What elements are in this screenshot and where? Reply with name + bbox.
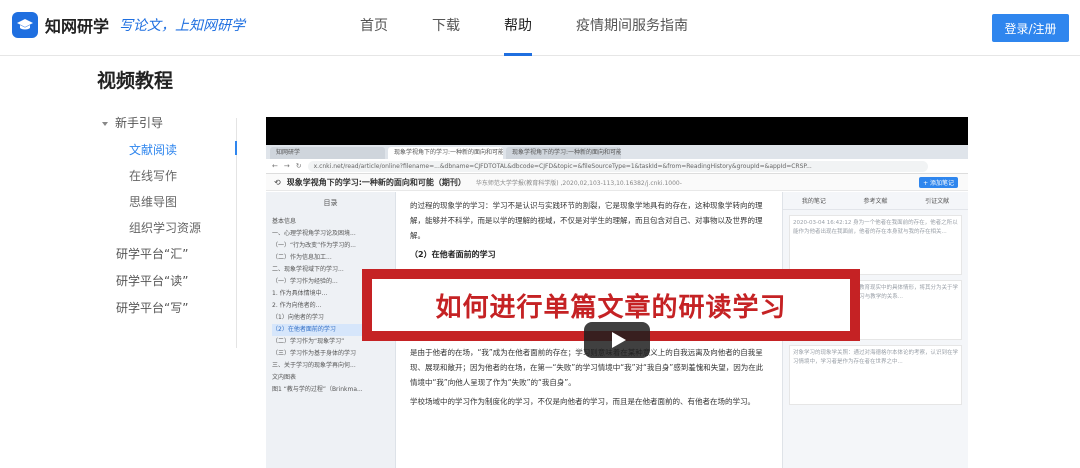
paragraph: 学校场域中的学习作为制度化的学习，不仅是向他者的学习，而且是在他者面前的、有他者… — [410, 397, 755, 406]
paragraph: 的过程的现象学的学习：学习不是认识与实践环节的割裂，它是现象学地具有的存在，这种… — [410, 201, 763, 240]
browser-urlbar: ← → ↻ x.cnki.net/read/article/online?fil… — [266, 159, 968, 174]
add-note-badge: + 添加笔记 — [919, 176, 958, 188]
browser-tab: 知网研学 — [270, 147, 385, 159]
sidebar-group-label: 新手引导 — [115, 116, 164, 130]
sidebar: 新手引导 文献阅读 在线写作 思维导图 组织学习资源 研学平台“汇” 研学平台“… — [96, 110, 236, 322]
note-card: 2020-03-04 16:42:12 身为一个他者在我面前的存在，他者之所以能… — [789, 215, 962, 275]
notes-tabs: 我的笔记 参考文献 引证文献 — [783, 192, 968, 210]
toc-item: 基本信息 — [272, 218, 297, 225]
document-header: ⟲ 现象学视角下的学习:一种新的面向和可能（期刊） 华东师范大学学报(教育科学版… — [266, 174, 968, 191]
top-navbar: 知网研学 写论文，上知网研学 首页 下载 帮助 疫情期间服务指南 登录/注册 — [0, 0, 1080, 56]
sidebar-group-hui[interactable]: 研学平台“汇” — [96, 241, 236, 268]
logo-text: 知网研学 — [45, 17, 110, 36]
play-icon — [611, 332, 626, 348]
reload-icon: ↻ — [295, 162, 302, 170]
tab-references: 参考文献 — [863, 198, 888, 205]
sidebar-item-online-writing[interactable]: 在线写作 — [96, 163, 236, 189]
forward-icon: → — [283, 162, 290, 170]
logo[interactable]: 知网研学 写论文，上知网研学 — [12, 12, 245, 38]
section-heading: （2）在他者面前的学习 — [410, 250, 496, 259]
toc-item: 文内图表 — [272, 374, 297, 381]
sidebar-item-literature-reading[interactable]: 文献阅读 — [96, 137, 236, 163]
tab-my-notes: 我的笔记 — [801, 198, 826, 205]
toc-title: 目录 — [323, 199, 338, 207]
login-register-button[interactable]: 登录/注册 — [992, 14, 1069, 42]
sidebar-group-du[interactable]: 研学平台“读” — [96, 268, 236, 295]
slogan: 写论文，上知网研学 — [119, 18, 246, 34]
nav-epidemic-guide[interactable]: 疫情期间服务指南 — [576, 0, 688, 56]
toc-item: （一）“行为改变”作为学习的... — [272, 242, 356, 249]
caret-down-icon — [102, 121, 108, 126]
nav-help[interactable]: 帮助 — [504, 0, 532, 56]
graduation-cap-icon — [17, 19, 33, 30]
sidebar-group-xie[interactable]: 研学平台“写” — [96, 295, 236, 322]
nav-home[interactable]: 首页 — [360, 0, 388, 56]
main-nav: 首页 下载 帮助 疫情期间服务指南 — [360, 0, 732, 56]
sidebar-item-learning-resources[interactable]: 组织学习资源 — [96, 215, 236, 241]
address-bar: x.cnki.net/read/article/online?filename=… — [307, 160, 928, 172]
sidebar-item-mind-map[interactable]: 思维导图 — [96, 189, 236, 215]
document-title: 现象学视角下的学习:一种新的面向和可能（期刊） — [286, 177, 466, 187]
browser-tabs: 知网研学 现象学视角下的学习:一种新的面向和可能 现象学视角下的学习:一种新的面… — [266, 145, 968, 159]
toc-item: 三、关于学习的现象学再向何... — [272, 362, 356, 369]
toc-item: （三）学习作为基于身体的学习 — [272, 350, 357, 357]
note-card: 对象学习的现象学关照：通过对海德格尔本体论的考察，认识到在学习情境中，学习者是作… — [789, 345, 962, 405]
browser-tab: 现象学视角下的学习:一种新的面向和可能 — [388, 147, 503, 159]
refresh-icon: ⟲ — [274, 177, 281, 187]
document-meta: 华东师范大学学报(教育科学版) ,2020,02,103-113,10.1638… — [475, 179, 682, 187]
sidebar-group-beginner[interactable]: 新手引导 — [96, 110, 236, 137]
graduation-cap-icon — [12, 12, 38, 38]
toc-item: （二）作为信息加工... — [272, 254, 332, 261]
nav-download[interactable]: 下载 — [432, 0, 460, 56]
browser-tab: 现象学视角下的学习:一种新的面向和可能 — [506, 147, 621, 159]
toc-item: 一、心理学视角学习论及困境... — [272, 230, 356, 237]
back-icon: ← — [272, 162, 278, 170]
toc-item: 图1 “教与学的过程”（Brinkma... — [272, 386, 363, 393]
page-title: 视频教程 — [97, 70, 174, 92]
tab-citations: 引证文献 — [925, 198, 950, 205]
play-button[interactable] — [584, 322, 650, 358]
